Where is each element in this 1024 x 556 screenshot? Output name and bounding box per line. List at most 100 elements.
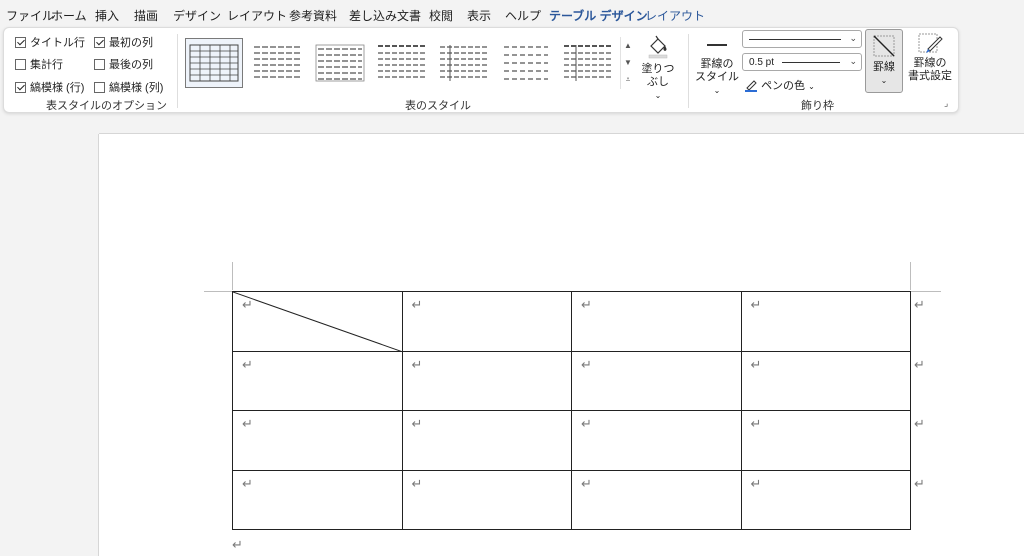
tab-help[interactable]: ヘルプ [505, 7, 541, 24]
first-column-checkbox[interactable]: 最初の列 [94, 34, 153, 50]
paragraph-mark: ↵ [232, 538, 243, 553]
paragraph-mark: ↵ [750, 476, 762, 492]
line-style-icon [707, 44, 727, 46]
checkbox-unchecked-icon [15, 58, 26, 70]
table-cell[interactable]: ↵ [740, 469, 911, 530]
tab-insert[interactable]: 挿入 [95, 7, 119, 24]
table-cell[interactable]: ↵ [571, 350, 742, 411]
tab-mailings[interactable]: 差し込み文書 [349, 7, 421, 24]
line-weight-select[interactable]: 0.5 pt ⌄ [742, 53, 862, 71]
border-styles-label-1: 罫線の [700, 57, 734, 70]
paragraph-mark: ↵ [581, 476, 592, 492]
borders-button[interactable]: 罫線 ⌄ [865, 29, 903, 93]
table-style-plain-3[interactable] [373, 38, 431, 88]
paragraph-mark: ↵ [581, 417, 592, 432]
tab-review[interactable]: 校閲 [429, 7, 453, 24]
paragraph-mark: ↵ [750, 298, 762, 313]
table-style-plain-6[interactable] [559, 38, 617, 88]
table-cell[interactable]: ↵ [571, 410, 742, 471]
border-painter-button[interactable]: 罫線の 書式設定 [906, 31, 954, 83]
paragraph-mark: ↵ [750, 357, 762, 373]
border-painter-label-2: 書式設定 [908, 70, 952, 82]
tab-view[interactable]: 表示 [467, 7, 491, 24]
table-cell[interactable]: ↵ [740, 410, 911, 471]
borders-group-label: 飾り枠 [801, 100, 834, 112]
table-cell[interactable]: ↵ [232, 350, 403, 411]
tab-table-layout[interactable]: レイアウト [645, 7, 705, 24]
tab-draw[interactable]: 描画 [134, 7, 158, 24]
table-style-plain-5[interactable] [497, 38, 555, 88]
ribbon: タイトル行 最初の列 集計行 最後の列 縞模様 (行) 縞模様 (列) 表スタイ… [3, 27, 959, 113]
table-row: ↵ ↵ ↵ ↵ [232, 469, 911, 530]
document-table[interactable]: ↵ ↵ ↵ ↵ ↵ ↵ ↵ ↵ ↵ ↵ ↵ ↵ ↵ ↵ ↵ ↵ [232, 291, 911, 530]
tab-home[interactable]: ホーム [51, 7, 87, 24]
table-cell[interactable]: ↵ [401, 291, 572, 352]
table-styles-group-label: 表のスタイル [405, 100, 471, 112]
chevron-down-icon: ▼ [624, 58, 632, 67]
banded-columns-label: 縞模様 (列) [109, 82, 164, 94]
pen-color-button[interactable]: ペンの色 ⌄ [744, 78, 815, 93]
total-row-checkbox[interactable]: 集計行 [15, 56, 63, 72]
table-cell-diagonal[interactable]: ↵ [232, 291, 403, 352]
chevron-down-icon: ⌄ [654, 91, 662, 100]
crop-mark [232, 262, 233, 290]
borders-label: 罫線 [873, 61, 895, 73]
checkbox-checked-icon [15, 36, 26, 48]
table-style-plain-2[interactable] [311, 38, 369, 88]
table-row: ↵ ↵ ↵ ↵ [232, 291, 911, 352]
table-style-plain-1[interactable] [249, 38, 307, 88]
row-end-mark: ↵ [914, 417, 925, 432]
table-style-grid[interactable] [185, 38, 243, 88]
tab-design[interactable]: デザイン [173, 7, 221, 24]
row-end-mark: ↵ [914, 298, 925, 313]
paragraph-mark: ↵ [411, 417, 423, 432]
tab-references[interactable]: 参考資料 [289, 7, 337, 24]
weight-line-preview [782, 61, 841, 63]
table-row: ↵ ↵ ↵ ↵ [232, 410, 911, 471]
tab-file[interactable]: ファイル [6, 7, 54, 24]
title-row-label: タイトル行 [30, 37, 85, 49]
chevron-down-icon: ⌄ [880, 76, 888, 85]
paragraph-mark: ↵ [750, 417, 762, 432]
checkbox-checked-icon [94, 36, 105, 48]
banded-columns-checkbox[interactable]: 縞模様 (列) [94, 79, 163, 95]
table-cell[interactable]: ↵ [401, 410, 572, 471]
dialog-launcher-icon[interactable]: ⌟ [944, 98, 948, 109]
table-cell[interactable]: ↵ [401, 350, 572, 411]
crop-mark [911, 291, 941, 292]
line-style-select[interactable]: ⌄ [742, 30, 862, 48]
tab-table-design[interactable]: テーブル デザイン [549, 7, 648, 29]
checkbox-checked-icon [15, 81, 26, 93]
crop-mark [910, 262, 911, 290]
table-style-plain-4[interactable] [435, 38, 493, 88]
paragraph-mark: ↵ [581, 298, 592, 313]
table-cell[interactable]: ↵ [232, 469, 403, 530]
banded-rows-checkbox[interactable]: 縞模様 (行) [15, 79, 84, 95]
table-cell[interactable]: ↵ [401, 469, 572, 530]
checkbox-unchecked-icon [94, 58, 105, 70]
checkbox-unchecked-icon [94, 81, 105, 93]
border-styles-button[interactable]: 罫線の スタイル ⌄ [695, 36, 739, 97]
group-divider [177, 34, 178, 108]
table-cell[interactable]: ↵ [740, 291, 911, 352]
paragraph-mark: ↵ [411, 357, 423, 373]
first-column-label: 最初の列 [109, 37, 153, 49]
gallery-more-button[interactable]: ⩡ [621, 71, 635, 88]
gallery-down-button[interactable]: ▼ [621, 54, 635, 71]
gallery-up-button[interactable]: ▲ [621, 37, 635, 54]
group-divider [688, 34, 689, 108]
last-column-checkbox[interactable]: 最後の列 [94, 56, 153, 72]
paragraph-mark: ↵ [242, 476, 253, 492]
crop-mark [204, 291, 232, 292]
shading-button[interactable]: 塗りつぶし ⌄ [636, 33, 680, 102]
paragraph-mark: ↵ [242, 357, 253, 373]
table-cell[interactable]: ↵ [232, 410, 403, 471]
chevron-down-icon: ⌄ [808, 82, 815, 91]
table-cell[interactable]: ↵ [740, 350, 911, 411]
table-cell[interactable]: ↵ [571, 469, 742, 530]
table-cell[interactable]: ↵ [571, 291, 742, 352]
title-row-checkbox[interactable]: タイトル行 [15, 34, 85, 50]
pen-icon [745, 80, 757, 92]
tab-layout[interactable]: レイアウト [227, 7, 287, 24]
diagonal-line [233, 292, 403, 352]
